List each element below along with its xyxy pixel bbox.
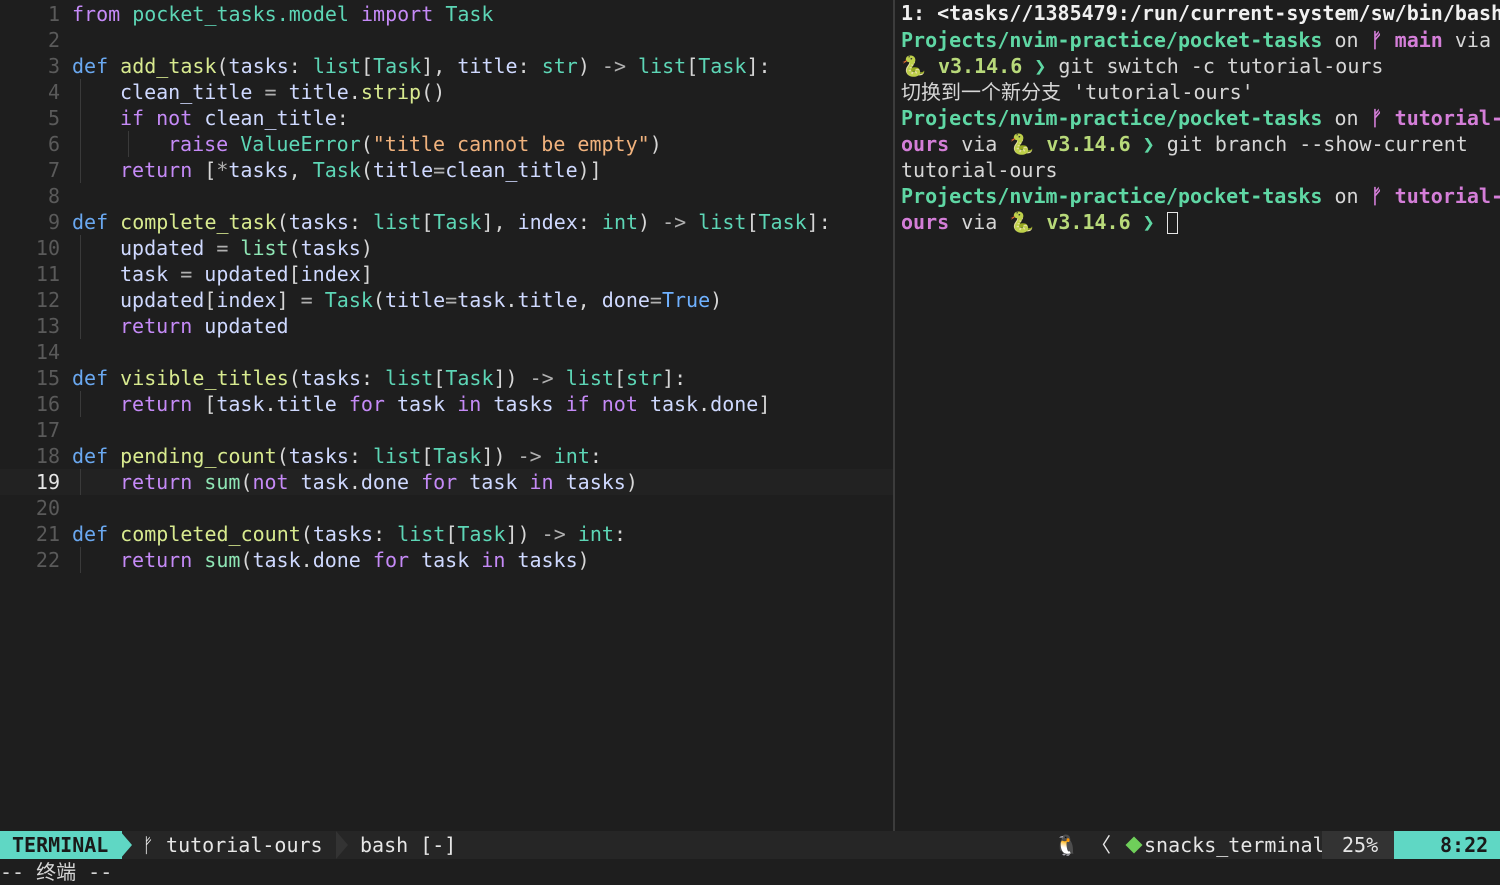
indent-guide bbox=[128, 131, 129, 157]
indent-guide bbox=[80, 261, 81, 287]
indent-guide bbox=[80, 313, 81, 339]
code-line[interactable]: 5 if not clean_title: bbox=[0, 105, 893, 131]
code-line[interactable]: 12 updated[index] = Task(title=task.title… bbox=[0, 287, 893, 313]
line-number: 1 bbox=[47, 2, 60, 26]
code-line[interactable]: 15 def visible_titles(tasks: list[Task]) … bbox=[0, 365, 893, 391]
line-number: 20 bbox=[35, 496, 60, 520]
code-line[interactable]: 7 return [*tasks, Task(title=clean_title)… bbox=[0, 157, 893, 183]
code-line[interactable]: 9 def complete_task(tasks: list[Task], in… bbox=[0, 209, 893, 235]
code-text: return sum(task.done for task in tasks) bbox=[120, 548, 590, 572]
code-line[interactable]: 10 updated = list(tasks) bbox=[0, 235, 893, 261]
code-line[interactable]: 6 raise ValueError("title cannot be empty… bbox=[0, 131, 893, 157]
buffer-name: bash [-] bbox=[360, 833, 457, 857]
indent-guide bbox=[80, 79, 81, 105]
git-branch-label: ᚠ tutorial-ours bbox=[142, 833, 323, 857]
code-line[interactable]: 8 bbox=[0, 183, 893, 209]
code-line[interactable]: 3 def add_task(tasks: list[Task], title: … bbox=[0, 53, 893, 79]
line-number: 17 bbox=[35, 418, 60, 442]
terminal-line: Projects/nvim-practice/pocket-tasks on ᚠ… bbox=[901, 28, 1491, 52]
code-text: task = updated[index] bbox=[120, 262, 373, 286]
terminal-line: Projects/nvim-practice/pocket-tasks on ᚠ… bbox=[901, 184, 1500, 208]
terminal-line: tutorial-ours bbox=[901, 158, 1058, 182]
filetype-label: snacks_terminal bbox=[1125, 831, 1325, 859]
indent-guide bbox=[80, 131, 81, 157]
code-text: def pending_count(tasks: list[Task]) -> … bbox=[72, 444, 602, 468]
indent-guide bbox=[80, 469, 81, 495]
code-editor-pane[interactable]: 1 from pocket_tasks.model import Task 2 3 de… bbox=[0, 0, 893, 831]
mode-separator bbox=[120, 831, 132, 859]
terminal-line: 切换到一个新分支 'tutorial-ours' bbox=[901, 80, 1254, 104]
code-line[interactable]: 4 clean_title = title.strip() bbox=[0, 79, 893, 105]
line-number: 13 bbox=[35, 314, 60, 338]
line-number: 16 bbox=[35, 392, 60, 416]
indent-guide bbox=[80, 105, 81, 131]
code-text: return updated bbox=[120, 314, 289, 338]
line-number: 4 bbox=[47, 80, 60, 104]
code-text: clean_title = title.strip() bbox=[120, 80, 446, 104]
line-number: 14 bbox=[35, 340, 60, 364]
line-number: 5 bbox=[47, 106, 60, 130]
code-line[interactable]: 16 return [task.title for task in tasks i… bbox=[0, 391, 893, 417]
code-text: def visible_titles(tasks: list[Task]) ->… bbox=[72, 366, 687, 390]
terminal-line: 🐍 v3.14.6 ❯ git switch -c tutorial-ours bbox=[901, 54, 1384, 78]
terminal-title: 1: <tasks//1385479:/run/current-system/s… bbox=[901, 1, 1500, 25]
terminal-line: Projects/nvim-practice/pocket-tasks on ᚠ… bbox=[901, 106, 1500, 130]
linux-icon: 🐧 〈 bbox=[1054, 833, 1111, 857]
terminal-line: ours via 🐍 v3.14.6 ❯ git branch --show-c… bbox=[901, 132, 1468, 156]
line-number: 3 bbox=[47, 54, 60, 78]
line-number: 2 bbox=[47, 28, 60, 52]
line-number: 10 bbox=[35, 236, 60, 260]
indent-guide bbox=[80, 287, 81, 313]
code-line[interactable]: 14 bbox=[0, 339, 893, 365]
line-number: 21 bbox=[35, 522, 60, 546]
code-text: return sum(not task.done for task in tas… bbox=[120, 470, 638, 494]
status-line: TERMINAL ᚠ tutorial-ours bash [-] 🐧 〈 sn… bbox=[0, 831, 1500, 859]
code-text: def add_task(tasks: list[Task], title: s… bbox=[72, 54, 771, 78]
line-number: 11 bbox=[35, 262, 60, 286]
command-line[interactable]: -- 终端 -- bbox=[0, 859, 112, 885]
line-number: 7 bbox=[47, 158, 60, 182]
section-separator bbox=[336, 831, 348, 859]
line-number: 15 bbox=[35, 366, 60, 390]
line-number: 19 bbox=[35, 470, 60, 494]
line-number: 8 bbox=[47, 184, 60, 208]
code-line[interactable]: 18 def pending_count(tasks: list[Task]) -… bbox=[0, 443, 893, 469]
indent-guide bbox=[80, 235, 81, 261]
line-number: 18 bbox=[35, 444, 60, 468]
scroll-percent: 25% bbox=[1342, 833, 1379, 857]
code-line[interactable]: 19 return sum(not task.done for task in t… bbox=[0, 469, 893, 495]
code-text: from pocket_tasks.model import Task bbox=[72, 2, 494, 26]
terminal-pane[interactable]: 1: <tasks//1385479:/run/current-system/s… bbox=[895, 0, 1500, 831]
cursor-position: 8:22 bbox=[1440, 833, 1489, 857]
cube-icon bbox=[1125, 836, 1143, 854]
code-text: def complete_task(tasks: list[Task], ind… bbox=[72, 210, 831, 234]
line-number: 6 bbox=[47, 132, 60, 156]
code-line[interactable]: 13 return updated bbox=[0, 313, 893, 339]
code-line[interactable]: 21 def completed_count(tasks: list[Task])… bbox=[0, 521, 893, 547]
code-text: updated = list(tasks) bbox=[120, 236, 373, 260]
terminal-cursor[interactable] bbox=[1166, 212, 1178, 234]
code-line[interactable]: 22 return sum(task.done for task in tasks… bbox=[0, 547, 893, 573]
code-text: raise ValueError("title cannot be empty"… bbox=[168, 132, 662, 156]
filetype-text: snacks_terminal bbox=[1144, 833, 1325, 857]
code-text: updated[index] = Task(title=task.title, … bbox=[120, 288, 723, 312]
code-line[interactable]: 1 from pocket_tasks.model import Task bbox=[0, 1, 893, 27]
code-text: return [task.title for task in tasks if … bbox=[120, 392, 771, 416]
indent-guide bbox=[80, 391, 81, 417]
code-text: return [*tasks, Task(title=clean_title)] bbox=[120, 158, 602, 182]
line-number: 12 bbox=[35, 288, 60, 312]
indent-guide bbox=[80, 157, 81, 183]
mode-indicator: TERMINAL bbox=[0, 831, 123, 859]
line-number: 22 bbox=[35, 548, 60, 572]
code-line[interactable]: 17 bbox=[0, 417, 893, 443]
code-text: if not clean_title: bbox=[120, 106, 349, 130]
code-text: def completed_count(tasks: list[Task]) -… bbox=[72, 522, 626, 546]
terminal-line: ours via 🐍 v3.14.6 ❯ bbox=[901, 209, 1178, 235]
code-line[interactable]: 20 bbox=[0, 495, 893, 521]
code-line[interactable]: 11 task = updated[index] bbox=[0, 261, 893, 287]
code-line[interactable]: 2 bbox=[0, 27, 893, 53]
line-number: 9 bbox=[47, 210, 60, 234]
indent-guide bbox=[80, 547, 81, 573]
